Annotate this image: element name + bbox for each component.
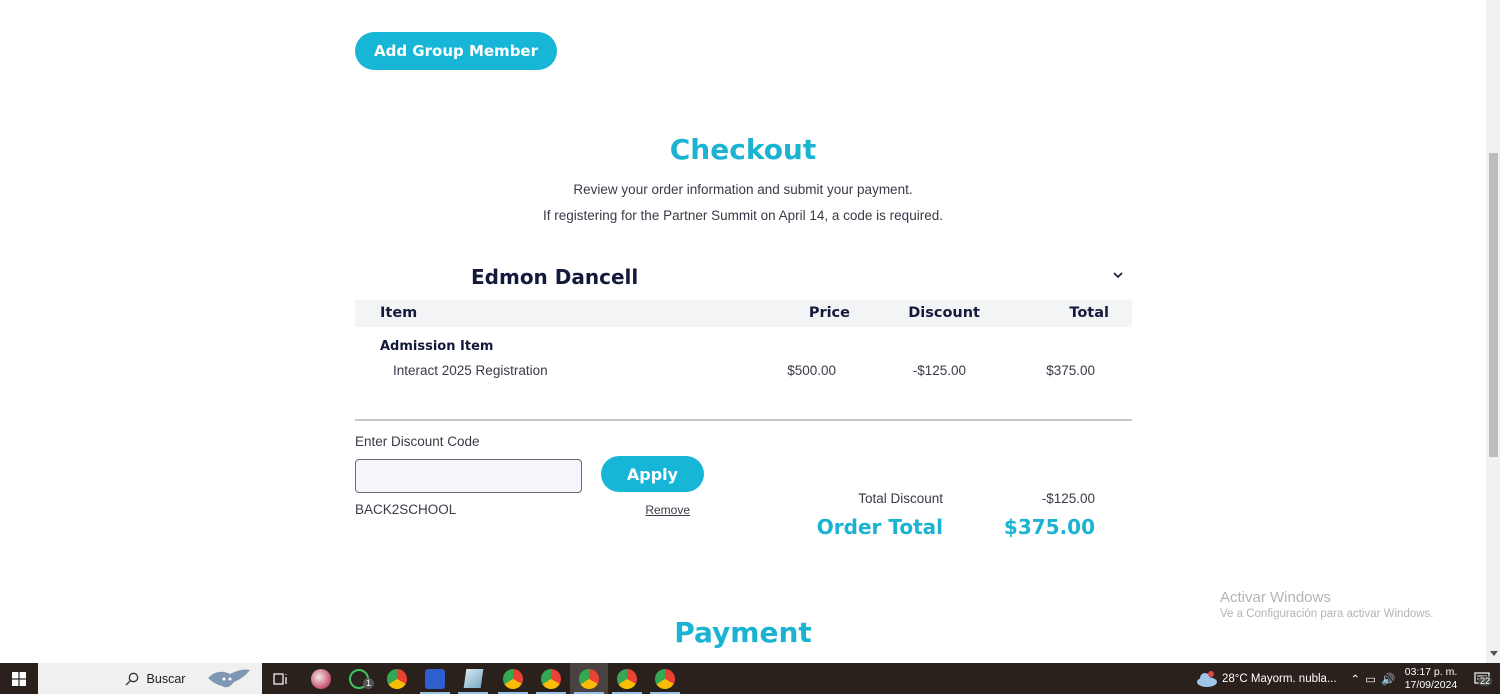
column-header-total: Total [1069,305,1109,321]
weather-text: 28°C Mayorm. nubla... [1222,672,1337,685]
checkout-code-notice: If registering for the Partner Summit on… [543,208,943,223]
chrome-profile-icon [617,668,637,689]
order-table-header: Item Price Discount Total [355,300,1132,327]
web-page: Add Group Member Checkout Review your or… [0,0,1486,663]
notepad-icon [463,669,483,688]
whatsapp-badge: 1 [363,678,374,689]
windows-logo-icon [12,671,26,686]
taskbar-app-chrome-profile[interactable] [494,663,532,694]
chevron-up-icon[interactable]: ⌃ [1351,672,1361,686]
payment-title: Payment [674,616,812,649]
clock[interactable]: 03:17 p. m. 17/09/2024 [1398,663,1464,694]
checkout-subtitle: Review your order information and submit… [573,182,913,197]
system-tray[interactable]: ⌃ ▭ 🔊 [1348,663,1398,694]
add-group-member-button[interactable]: Add Group Member [355,32,557,70]
network-icon[interactable]: ▭ [1365,672,1376,686]
scroll-down-arrow-icon[interactable] [1490,651,1498,656]
taskbar-app-chrome-profile[interactable] [608,663,646,694]
app-icon [311,668,331,689]
item-price: $500.00 [787,363,836,378]
item-total: $375.00 [1046,363,1095,378]
volume-icon[interactable]: 🔊 [1381,672,1395,686]
taskbar-app[interactable] [416,663,454,694]
taskbar-app-chrome-profile[interactable] [646,663,684,694]
task-view-button[interactable] [262,663,300,694]
checkout-title: Checkout [669,133,817,166]
chrome-profile-icon [655,668,675,689]
taskbar-app-chrome-profile[interactable] [532,663,570,694]
applied-discount-code: BACK2SCHOOL [355,502,457,517]
taskbar-app-chrome[interactable] [378,663,416,694]
vertical-scrollbar[interactable] [1486,0,1500,663]
apply-discount-button[interactable]: Apply [601,456,704,492]
start-button[interactable] [0,663,38,694]
notification-center-button[interactable]: 22 [1464,663,1500,694]
chrome-profile-icon [541,668,561,689]
cloud-weather-icon [1197,670,1217,687]
discount-code-input[interactable] [355,459,582,493]
taskbar-app-notepad[interactable] [454,663,492,694]
item-group-label: Admission Item [380,339,494,354]
chrome-profile-icon [503,668,523,689]
chevron-down-icon[interactable] [1111,268,1125,282]
chrome-profile-icon [579,668,599,689]
app-blue-icon [425,668,445,689]
chrome-icon [387,668,407,689]
windows-taskbar: Buscar 1 28°C Mayorm. nubla... ⌃ ▭ 🔊 03:… [0,663,1500,694]
watermark-title: Activar Windows [1220,589,1331,606]
total-discount-label: Total Discount [858,491,943,506]
windows-activation-watermark: Activar Windows Ve a Configuración para … [1220,589,1434,620]
divider [355,419,1132,421]
watermark-subtitle: Ve a Configuración para activar Windows. [1220,608,1434,620]
notification-count: 22 [1478,676,1493,686]
order-total-value: $375.00 [1003,515,1095,539]
order-total-label: Order Total [816,515,943,539]
task-view-icon [273,672,287,685]
total-discount-value: -$125.00 [1041,491,1095,506]
clock-time: 03:17 p. m. [1404,665,1458,678]
taskbar-search[interactable]: Buscar [38,663,262,694]
column-header-price: Price [808,305,850,321]
taskbar-app-chrome-profile-active[interactable] [570,663,608,694]
column-header-item: Item [380,305,418,321]
clock-date: 17/09/2024 [1404,678,1458,691]
column-header-discount: Discount [908,305,980,321]
item-name: Interact 2025 Registration [393,363,548,378]
remove-discount-link[interactable]: Remove [645,503,690,517]
weather-widget[interactable]: 28°C Mayorm. nubla... [1196,663,1346,694]
manta-ray-icon [208,669,250,688]
discount-code-label: Enter Discount Code [355,434,480,449]
attendee-name: Edmon Dancell [471,265,639,289]
scrollbar-thumb[interactable] [1489,153,1498,457]
search-placeholder: Buscar [146,671,186,686]
item-discount: -$125.00 [912,363,966,378]
taskbar-app-whatsapp[interactable]: 1 [340,663,378,694]
taskbar-app[interactable] [302,663,340,694]
search-icon [125,672,138,685]
